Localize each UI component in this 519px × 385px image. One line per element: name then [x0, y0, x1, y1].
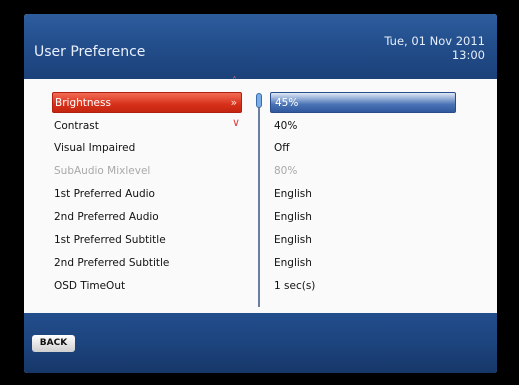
setting-value[interactable]: 45%: [270, 92, 456, 113]
osd-screen: User Preference Tue, 01 Nov 2011 13:00 ˄…: [24, 14, 497, 373]
time-text: 13:00: [451, 48, 485, 62]
setting-label: Contrast: [54, 120, 99, 132]
list-divider: [258, 95, 260, 307]
back-button[interactable]: BACK: [32, 335, 75, 352]
footer-bar: BACK: [24, 313, 497, 373]
setting-label: 1st Preferred Audio: [54, 188, 155, 200]
setting-value[interactable]: English: [270, 253, 460, 273]
setting-value[interactable]: English: [270, 207, 460, 227]
header-bar: User Preference Tue, 01 Nov 2011 13:00: [24, 14, 497, 79]
setting-label: OSD TimeOut: [54, 280, 126, 292]
date-text: Tue, 01 Nov 2011: [384, 34, 485, 48]
setting-label: Brightness»: [52, 92, 242, 113]
setting-value[interactable]: 1 sec(s): [270, 276, 460, 296]
setting-value: 80%: [274, 165, 298, 177]
setting-label: 1st Preferred Subtitle: [54, 234, 166, 246]
scrollbar-thumb[interactable]: [256, 93, 262, 108]
setting-label: SubAudio Mixlevel: [54, 165, 151, 177]
setting-value[interactable]: English: [270, 230, 460, 250]
setting-value[interactable]: Off: [270, 138, 460, 158]
datetime: Tue, 01 Nov 2011 13:00: [384, 34, 485, 62]
setting-value[interactable]: 40%: [270, 116, 460, 136]
double-chevron-right-icon: »: [230, 97, 237, 109]
chevron-up-icon[interactable]: ˄: [232, 76, 237, 87]
page-title: User Preference: [34, 44, 146, 60]
setting-label: Visual Impaired: [54, 142, 136, 154]
setting-label: 2nd Preferred Subtitle: [54, 257, 170, 269]
setting-value[interactable]: English: [270, 184, 460, 204]
setting-label: 2nd Preferred Audio: [54, 211, 159, 223]
